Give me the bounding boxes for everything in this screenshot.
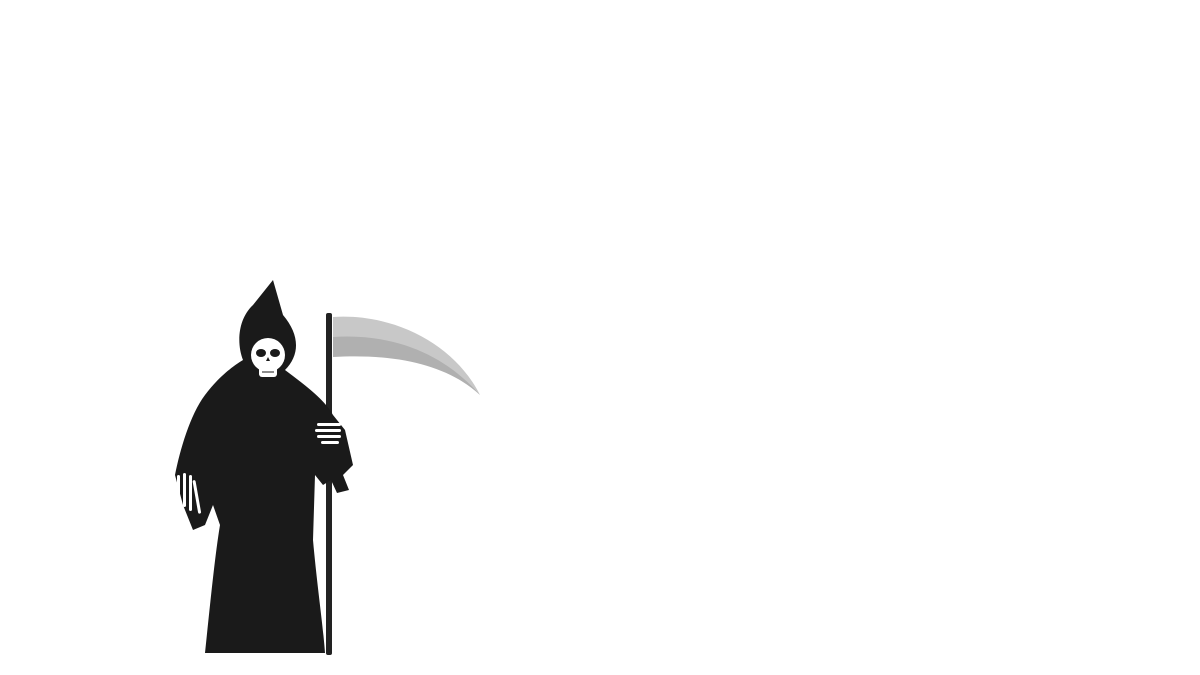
grim-reaper-illustration <box>175 280 480 655</box>
scythe-staff <box>326 313 332 655</box>
